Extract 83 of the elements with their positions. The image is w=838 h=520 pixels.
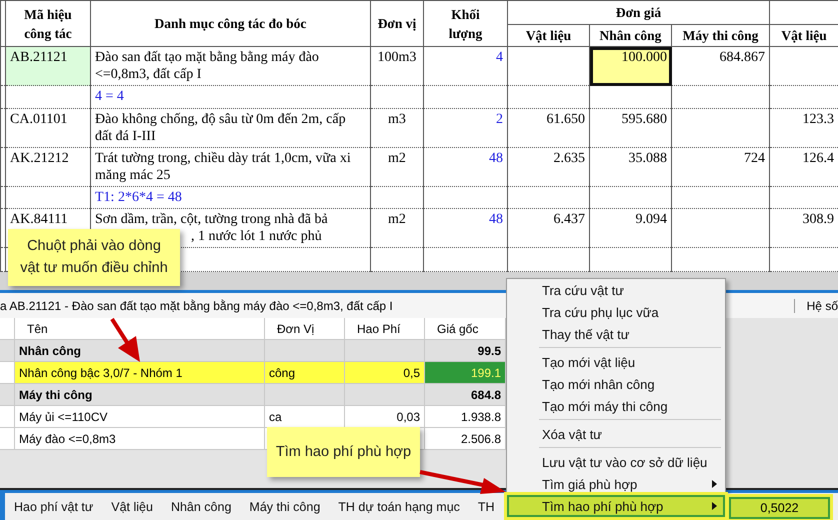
unit-cell: 100m3	[370, 46, 424, 86]
price-cell: 308.9	[770, 208, 838, 248]
tab[interactable]: TH dự toán hạng mục	[330, 493, 462, 520]
group-label: Máy thi công	[15, 384, 265, 406]
unit-cell: m2	[370, 148, 424, 186]
quantity-cell: 2	[424, 108, 508, 148]
submenu-arrow-icon	[712, 502, 717, 510]
group-label: Nhân công	[15, 340, 265, 362]
price-cell: 199.1	[425, 362, 506, 384]
material-cell[interactable]: Máy đào <=0,8m3	[15, 428, 265, 450]
consumption-cell: 0,03	[345, 406, 425, 428]
menu-item[interactable]: Tạo mới nhân công	[507, 373, 725, 395]
column-group-header: Đơn giá	[508, 0, 770, 24]
tab[interactable]: Vật liệu	[103, 493, 155, 520]
quantity-cell: 48	[424, 208, 508, 248]
column-header: Mã hiệu công tác	[23, 6, 73, 42]
row-header-cell	[0, 384, 15, 406]
column-header: Máy thi công	[672, 24, 770, 46]
row-header-cell	[0, 428, 15, 450]
column-header: Vật liệu	[508, 24, 590, 46]
column-header: Đơn Vị	[265, 318, 345, 340]
tab[interactable]: Máy thi công	[241, 493, 322, 520]
menu-item[interactable]: Tra cứu vật tư	[507, 279, 725, 301]
material-cell[interactable]: Máy ủi <=110CV	[15, 406, 265, 428]
column-header: Đơn vị	[370, 0, 424, 46]
column-header: Danh mục công tác đo bóc	[90, 0, 370, 46]
price-cell: 6.437	[508, 208, 590, 248]
price-cell: 724	[672, 148, 770, 186]
callout-note: Tìm hao phí phù hợp	[267, 427, 420, 477]
formula-text: 4 = 4	[90, 86, 370, 108]
tab[interactable]: Hao phí vật tư	[6, 493, 96, 520]
row-header-cell	[0, 406, 15, 428]
description-text: Trát tường trong, chiều dày trát 1,0cm, vữa xi măng mác 25	[95, 150, 352, 184]
row-header-cell	[0, 340, 15, 362]
menu-item[interactable]: Tìm giá phù hợp	[507, 473, 725, 495]
price-cell: 123.3	[770, 108, 838, 148]
quantity-cell: 48	[424, 148, 508, 186]
row-header-cell	[0, 362, 15, 384]
menu-item[interactable]: Tìm hao phí phù hợp	[507, 495, 725, 517]
column-header: Hao Phí	[345, 318, 425, 340]
column-header: Giá gốc	[425, 318, 506, 340]
tab[interactable]: Nhân công	[162, 493, 234, 520]
description-text: Đào san đất tạo mặt bằng bằng máy đào <=0,8m3, đất cấp I	[95, 49, 320, 83]
coefficient-label: Hệ số	[794, 298, 838, 312]
unit-cell: công	[265, 362, 345, 384]
price-cell: 126.4	[770, 148, 838, 186]
description-text: Đào không chống, độ sâu từ 0m đến 2m, cấp đất đá I-III	[95, 111, 347, 145]
unit-cell: m2	[370, 208, 424, 248]
price-cell: 61.650	[508, 108, 590, 148]
column-header: Nhân công	[590, 24, 672, 46]
description-text: , 1 nước lót 1 nước phủ	[191, 228, 323, 245]
submenu-value[interactable]: 0,5022	[729, 497, 830, 519]
price-cell: 35.088	[590, 148, 672, 186]
callout-note: Chuột phải vào dòng vật tư muốn điều chỉnh	[8, 229, 180, 286]
price-cell: 2.506.8	[425, 428, 506, 450]
price-cell: 684.867	[672, 46, 770, 86]
consumption-cell: 0,5	[345, 362, 425, 384]
price-cell: 684.8	[425, 384, 506, 406]
column-header: Khối lượng	[448, 6, 484, 42]
material-cell[interactable]: Nhân công bậc 3,0/7 - Nhóm 1	[15, 362, 265, 384]
column-header: Tên	[15, 318, 265, 340]
tab[interactable]: TH	[470, 493, 497, 520]
description-text: Sơn dầm, trần, cột, tường trong nhà đã bả	[95, 211, 329, 228]
menu-item[interactable]: Tra cứu phụ lục vữa	[507, 301, 725, 323]
price-cell: 100.000	[590, 46, 672, 86]
menu-item[interactable]: Thay thế vật tư	[507, 323, 725, 345]
quantity-cell: 4	[424, 46, 508, 86]
formula-text: T1: 2*6*4 = 48	[90, 186, 370, 208]
selected-task-caption: a AB.21121 - Đào san đất tạo mặt bằng bằng máy đào <=0,8m3, đất cấp I	[0, 298, 393, 312]
submenu-arrow-icon	[712, 480, 717, 488]
price-cell: 2.635	[508, 148, 590, 186]
code-cell: AK.21212	[6, 148, 90, 186]
code-cell: AB.21121	[6, 46, 90, 86]
price-cell: 99.5	[425, 340, 506, 362]
price-cell: 595.680	[590, 108, 672, 148]
column-header: Vật liệu	[770, 24, 838, 46]
price-cell: 1.938.8	[425, 406, 506, 428]
arrow	[110, 318, 140, 362]
unit-cell: ca	[265, 406, 345, 428]
price-cell: 9.094	[590, 208, 672, 248]
unit-cell: m3	[370, 108, 424, 148]
code-cell: CA.01101	[6, 108, 90, 148]
menu-item[interactable]: Tạo mới máy thi công	[507, 395, 725, 417]
